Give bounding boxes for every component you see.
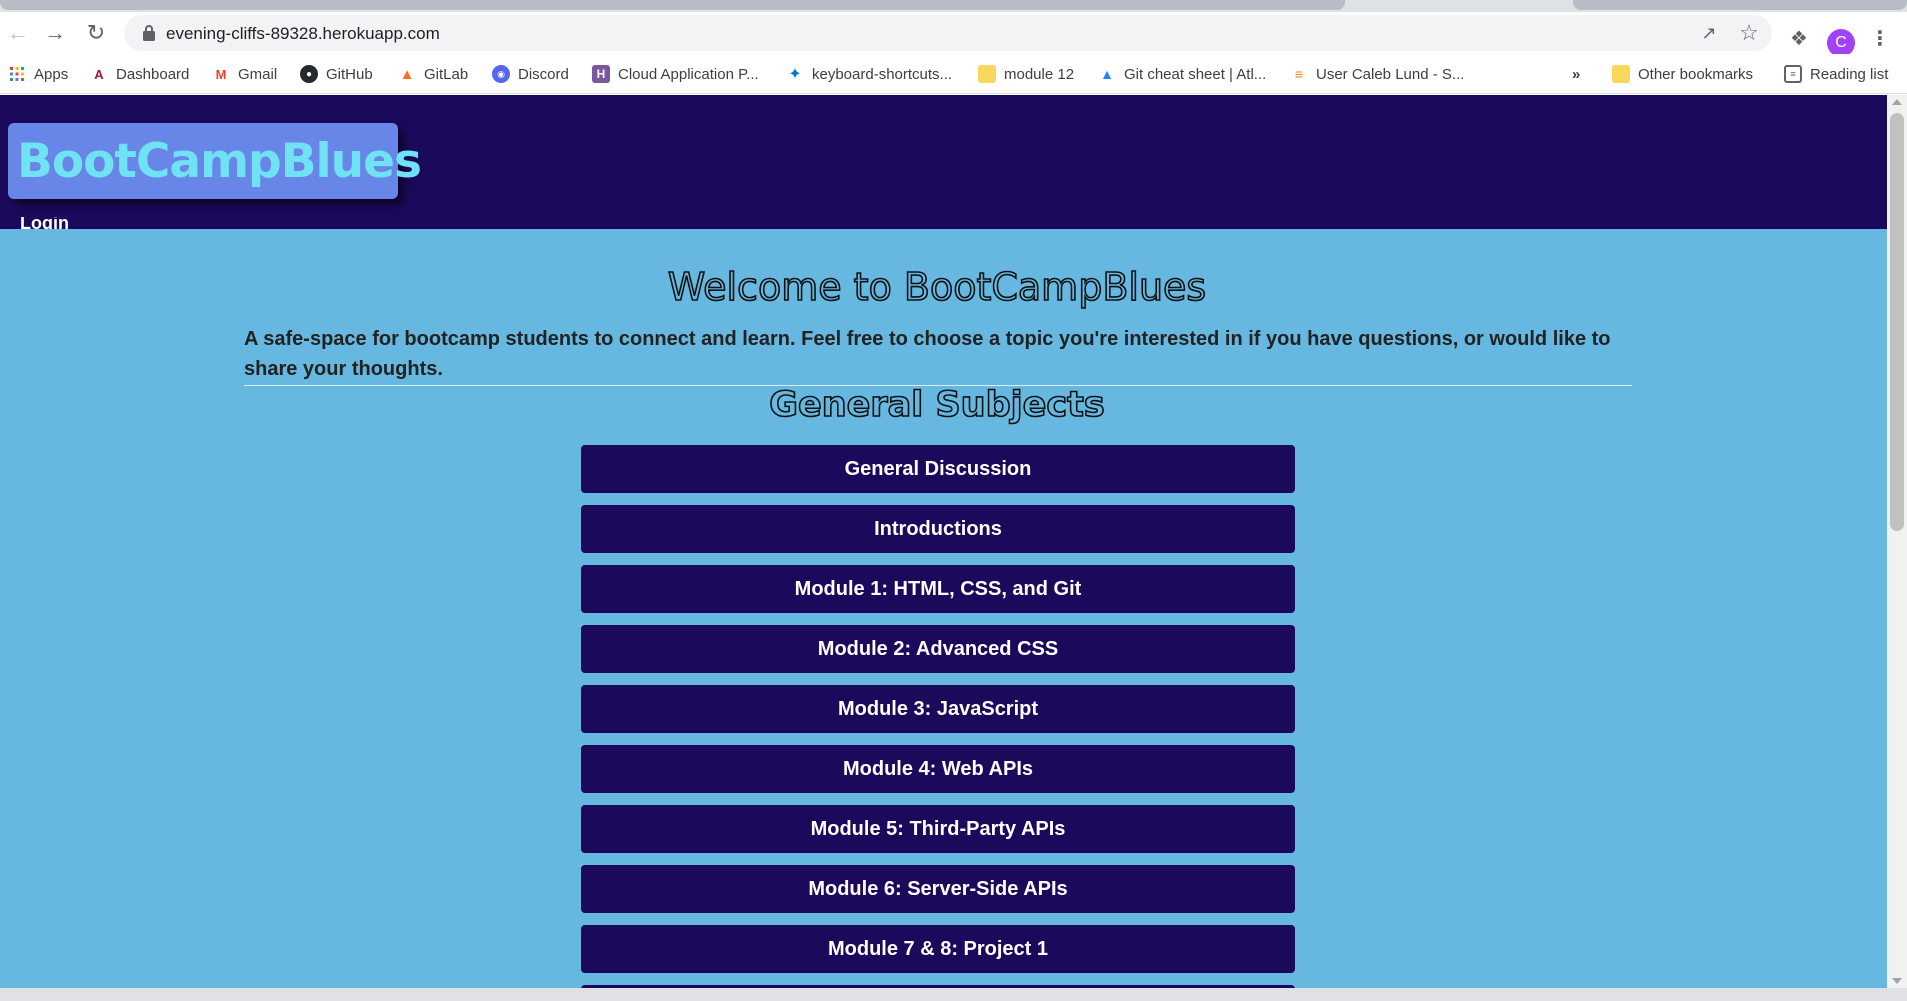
subject-module-1[interactable]: Module 1: HTML, CSS, and Git [581, 565, 1295, 613]
bookmark-label: GitLab [424, 65, 469, 83]
other-bookmarks[interactable]: Other bookmarks [1612, 62, 1753, 86]
address-bar[interactable]: evening-cliffs-89328.herokuapp.com ↗ ☆ [124, 15, 1772, 51]
lock-icon[interactable] [142, 24, 156, 42]
stackoverflow-icon: ≡ [1294, 66, 1304, 82]
gmail-icon: M [215, 66, 227, 82]
reading-list-label: Reading list [1810, 65, 1889, 83]
subject-general-discussion[interactable]: General Discussion [581, 445, 1295, 493]
subjects-title: General Subjects [768, 384, 1105, 426]
subject-module-7-8[interactable]: Module 7 & 8: Project 1 [581, 925, 1295, 973]
subject-module-5[interactable]: Module 5: Third-Party APIs [581, 805, 1295, 853]
vertical-scrollbar[interactable] [1887, 95, 1907, 988]
folder-icon [978, 65, 996, 83]
bookmarks-bar: Apps A Dashboard M Gmail ● GitHub ▲ GitL… [0, 54, 1907, 94]
vscode-icon: ✦ [788, 66, 802, 83]
bookmark-label: Apps [34, 65, 69, 83]
bookmark-star-icon[interactable]: ☆ [1737, 20, 1761, 45]
subject-introductions[interactable]: Introductions [581, 505, 1295, 553]
folder-icon [1612, 65, 1630, 83]
subject-list: General Discussion Introductions Module … [581, 445, 1295, 988]
url-text[interactable]: evening-cliffs-89328.herokuapp.com [166, 24, 440, 44]
bookmark-github[interactable]: ● GitHub [300, 62, 373, 86]
subject-module-3[interactable]: Module 3: JavaScript [581, 685, 1295, 733]
gitlab-icon: ▲ [399, 65, 415, 83]
bookmark-label: GitHub [326, 65, 373, 83]
bookmark-module-12[interactable]: module 12 [978, 62, 1074, 86]
bookmark-label: keyboard-shortcuts... [812, 65, 953, 83]
bookmark-dashboard[interactable]: A Dashboard [90, 62, 189, 86]
reload-icon[interactable]: ↻ [78, 15, 114, 51]
tab-strip [0, 0, 1907, 12]
page-viewport: BootCampBlues Login Welcome to BootCampB… [0, 95, 1887, 988]
bookmark-apps[interactable]: Apps [8, 62, 68, 86]
heroku-icon: H [592, 65, 610, 83]
bookmark-cloud-application[interactable]: H Cloud Application P... [592, 62, 759, 86]
bookmark-label: Dashboard [116, 65, 190, 83]
profile-avatar[interactable]: C [1827, 29, 1855, 57]
kebab-menu-icon[interactable]: ⋮ [1868, 26, 1892, 50]
tagline: A safe-space for bootcamp students to co… [244, 328, 1611, 380]
site-header: BootCampBlues Login [0, 95, 1887, 229]
overflow-label: » [1572, 65, 1581, 83]
site-logo[interactable]: BootCampBlues [8, 123, 422, 199]
bookmark-keyboard-shortcuts[interactable]: ✦ keyboard-shortcuts... [786, 62, 952, 86]
atlassian-icon: ▲ [1100, 66, 1114, 82]
bookmark-label: module 12 [1004, 65, 1075, 83]
bookmark-gitlab[interactable]: ▲ GitLab [398, 62, 469, 86]
bookmarks-overflow-chevron[interactable]: » [1572, 62, 1580, 86]
bookmark-gmail[interactable]: M Gmail [212, 62, 278, 86]
bookmark-label: Gmail [238, 65, 278, 83]
login-link[interactable]: Login [20, 217, 69, 229]
browser-tab[interactable] [0, 0, 1345, 10]
back-arrow-icon[interactable]: ← [0, 15, 36, 51]
extensions-puzzle-icon[interactable]: ❖ [1787, 26, 1811, 50]
bookmark-git-cheat-sheet[interactable]: ▲ Git cheat sheet | Atl... [1098, 62, 1266, 86]
reading-list-icon: ≡ [1784, 65, 1802, 83]
bookmark-label: User Caleb Lund - S... [1316, 65, 1465, 83]
bookmark-label: Git cheat sheet | Atl... [1124, 65, 1267, 83]
forward-arrow-icon[interactable]: → [37, 15, 73, 51]
bookmark-user-caleb-lund[interactable]: ≡ User Caleb Lund - S... [1290, 62, 1465, 86]
share-icon[interactable]: ↗ [1697, 21, 1721, 45]
discord-icon: ◉ [492, 65, 510, 83]
bookmark-discord[interactable]: ◉ Discord [492, 62, 569, 86]
browser-tab[interactable] [1573, 0, 1907, 10]
bookmark-label: Cloud Application P... [618, 65, 759, 83]
apps-grid-icon [8, 65, 26, 83]
bookmark-label: Discord [518, 65, 569, 83]
scroll-down-arrow-icon[interactable] [1892, 978, 1902, 984]
bottom-strip [0, 988, 1907, 1001]
reading-list[interactable]: ≡ Reading list [1784, 62, 1888, 86]
browser-toolbar: ← → ↻ evening-cliffs-89328.herokuapp.com… [0, 12, 1907, 57]
scroll-thumb[interactable] [1890, 113, 1904, 531]
other-bookmarks-label: Other bookmarks [1638, 65, 1754, 83]
arizona-logo-icon: A [94, 66, 104, 82]
subject-module-4[interactable]: Module 4: Web APIs [581, 745, 1295, 793]
github-icon: ● [300, 65, 318, 83]
scroll-up-arrow-icon[interactable] [1892, 99, 1902, 105]
subject-module-6[interactable]: Module 6: Server-Side APIs [581, 865, 1295, 913]
subject-module-2[interactable]: Module 2: Advanced CSS [581, 625, 1295, 673]
welcome-title: Welcome to BootCampBlues [667, 264, 1207, 310]
site-logo-text: BootCampBlues [17, 133, 422, 189]
